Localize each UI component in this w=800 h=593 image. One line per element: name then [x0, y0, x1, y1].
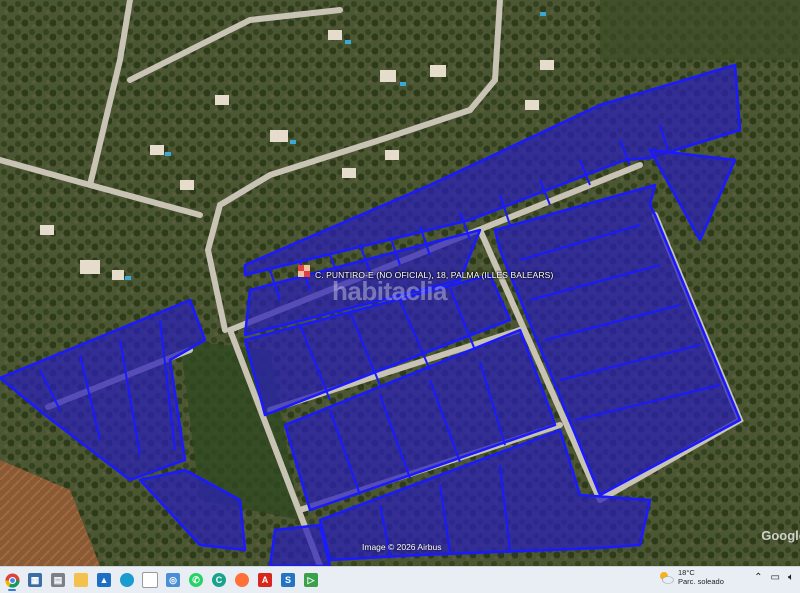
- files-icon[interactable]: ▤: [47, 569, 69, 591]
- acrobat-icon[interactable]: A: [254, 569, 276, 591]
- weather-widget[interactable]: 18°C Parc. soleado: [658, 568, 724, 586]
- maps-icon[interactable]: ◎: [162, 569, 184, 591]
- firefox-icon[interactable]: [231, 569, 253, 591]
- whatsapp-icon[interactable]: ✆: [185, 569, 207, 591]
- edge-icon[interactable]: [116, 569, 138, 591]
- app-green-icon[interactable]: ▷: [300, 569, 322, 591]
- image-viewer-icon[interactable]: ▲: [93, 569, 115, 591]
- app-icon[interactable]: ▦: [24, 569, 46, 591]
- location-pin-icon[interactable]: [298, 265, 310, 277]
- weather-temp: 18°C: [678, 568, 695, 577]
- explorer-icon[interactable]: [70, 569, 92, 591]
- satellite-map[interactable]: C. PUNTIRO-E (NO OFICIAL), 18, PALMA (IL…: [0, 0, 800, 566]
- app-s-icon[interactable]: S: [277, 569, 299, 591]
- chevron-up-icon[interactable]: ⌃: [754, 572, 762, 583]
- imagery-credit: Image © 2026 Airbus: [362, 542, 442, 552]
- network-icon[interactable]: ▭: [771, 572, 780, 583]
- chrome-icon[interactable]: [1, 569, 23, 591]
- teams-icon[interactable]: C: [208, 569, 230, 591]
- parcel-south-corner[interactable]: [268, 523, 332, 566]
- forest-area: [600, 0, 800, 60]
- habitaclia-watermark: habitaclia: [332, 276, 447, 306]
- document-icon[interactable]: [139, 569, 161, 591]
- taskbar: ▦ ▤ ▲ ◎ ✆ C A S ▷ 18°C Parc. soleado ⌃ ▭…: [0, 566, 800, 593]
- partly-sunny-icon: [658, 570, 674, 584]
- system-tray: ⌃ ▭ 🔈︎: [754, 572, 794, 583]
- volume-icon[interactable]: 🔈︎: [788, 572, 794, 583]
- google-logo: Google: [761, 528, 800, 543]
- weather-condition: Parc. soleado: [678, 577, 724, 586]
